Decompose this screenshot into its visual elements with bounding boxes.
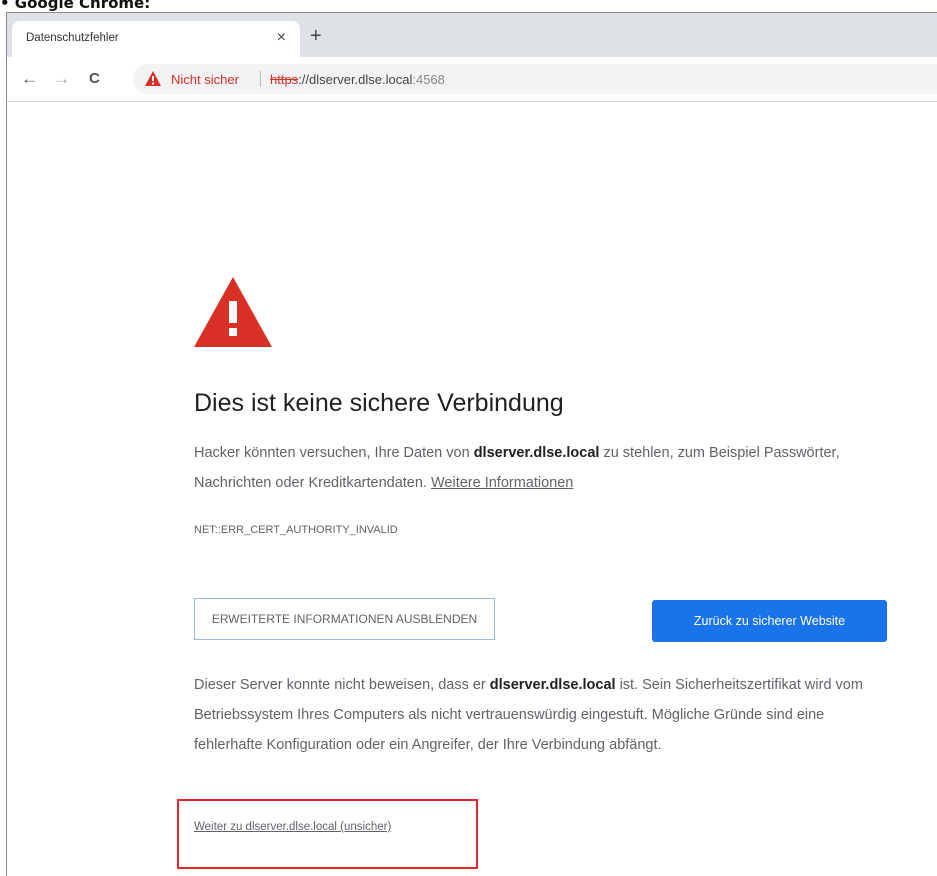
address-bar[interactable]: Nicht sicher https://dlserver.dlse.local…	[133, 64, 937, 94]
tab-title: Datenschutzfehler	[26, 32, 119, 44]
url-separator: ://	[298, 72, 310, 87]
intro-host: dlserver.dlse.local	[473, 445, 600, 461]
intro-paragraph: Hacker könnten versuchen, Ihre Daten von…	[194, 438, 894, 498]
url-host: dlserver.dlse.local	[309, 72, 413, 87]
interstitial-page: Dies ist keine sichere Verbindung Hacker…	[7, 102, 937, 876]
error-code: NET::ERR_CERT_AUTHORITY_INVALID	[194, 524, 398, 536]
warning-triangle-icon	[194, 277, 272, 347]
proceed-unsafe-link[interactable]: Weiter zu dlserver.dlse.local (unsicher)	[194, 821, 391, 833]
highlight-box	[177, 799, 478, 869]
details-text-start: Dieser Server konnte nicht beweisen, das…	[194, 677, 490, 693]
intro-text-start: Hacker könnten versuchen, Ihre Daten von	[194, 445, 474, 461]
browser-window: Datenschutzfehler × + ← → C Nicht sicher…	[6, 12, 937, 876]
toolbar: ← → C Nicht sicher https://dlserver.dlse…	[7, 57, 937, 102]
tab-strip: Datenschutzfehler × +	[7, 13, 937, 57]
details-paragraph: Dieser Server konnte nicht beweisen, das…	[194, 670, 884, 760]
close-icon[interactable]: ×	[277, 29, 286, 47]
more-info-link[interactable]: Weitere Informationen	[431, 475, 573, 491]
hide-details-button[interactable]: ERWEITERTE INFORMATIONEN AUSBLENDEN	[194, 598, 495, 640]
omnibox-divider	[260, 71, 261, 87]
plus-icon[interactable]: +	[310, 26, 322, 46]
url-scheme: https	[270, 72, 299, 87]
url-text[interactable]: https://dlserver.dlse.local:4568	[270, 72, 445, 87]
page-title: Dies ist keine sichere Verbindung	[194, 389, 564, 417]
tab-active[interactable]: Datenschutzfehler ×	[12, 21, 300, 57]
back-to-safety-button[interactable]: Zurück zu sicherer Website	[652, 600, 887, 642]
forward-arrow-icon[interactable]: →	[53, 69, 70, 89]
warning-triangle-icon[interactable]	[145, 71, 161, 86]
url-port: :4568	[412, 72, 445, 87]
security-status[interactable]: Nicht sicher	[171, 72, 239, 87]
back-arrow-icon[interactable]: ←	[21, 69, 38, 89]
reload-icon[interactable]: C	[89, 69, 100, 89]
details-host: dlserver.dlse.local	[489, 677, 616, 693]
